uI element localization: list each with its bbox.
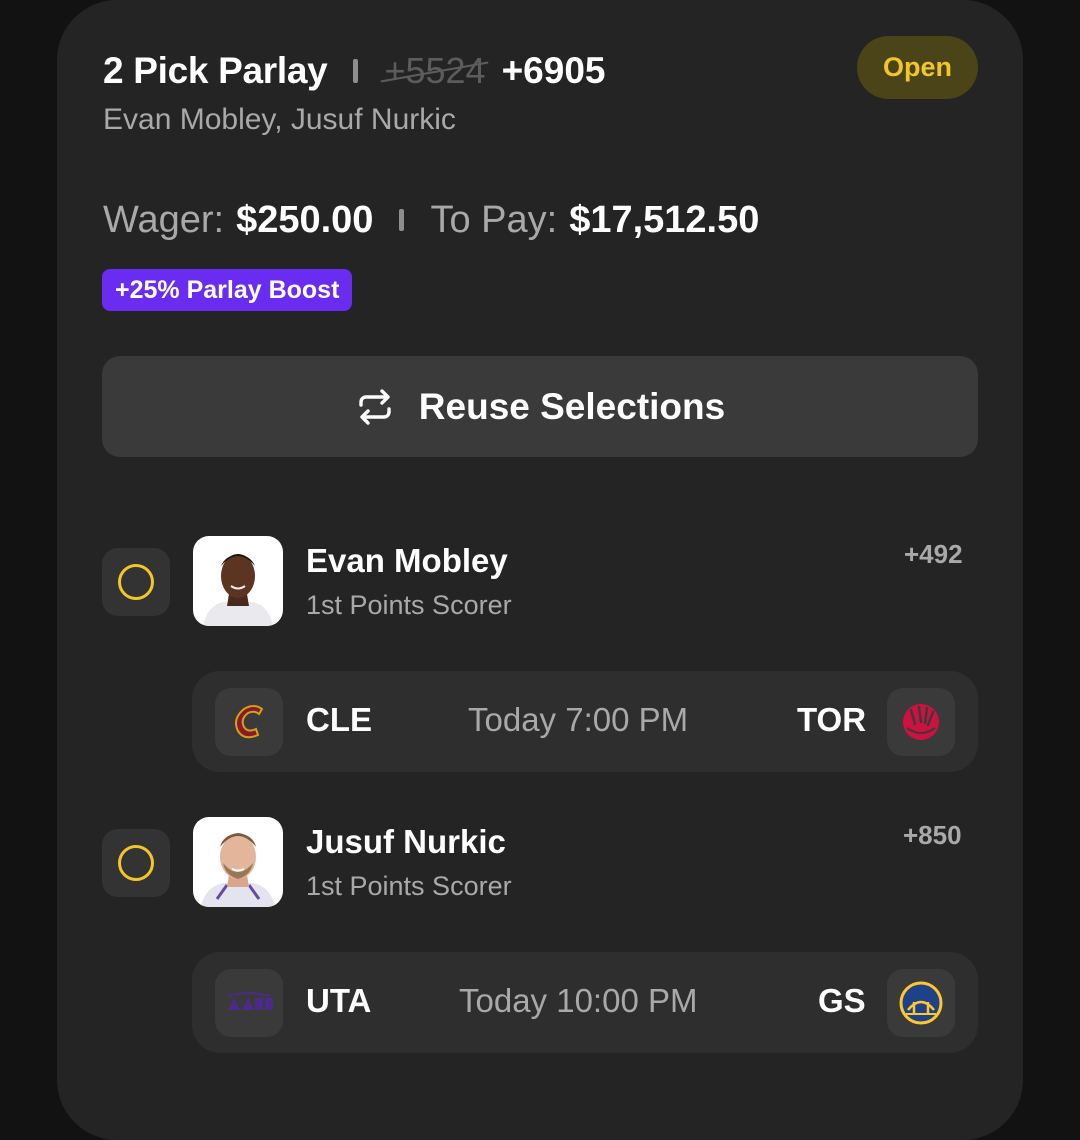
jazz-logo-icon: [215, 969, 283, 1037]
pending-ring-icon: [118, 564, 154, 600]
leg-odds: +850: [903, 820, 962, 850]
header-divider: [353, 59, 359, 83]
leg-status-radio[interactable]: [102, 829, 170, 897]
game-info-row[interactable]: CLE Today 7:00 PM TOR: [192, 671, 978, 772]
away-team-code: UTA: [306, 982, 372, 1019]
player-market: 1st Points Scorer: [306, 590, 512, 620]
game-time: Today 10:00 PM: [459, 982, 698, 1019]
raptors-logo-icon: [887, 688, 955, 756]
bet-title: 2 Pick Parlay: [103, 50, 328, 91]
original-odds: +5524: [384, 50, 486, 91]
wager-value: $250.00: [236, 198, 374, 241]
cavaliers-logo-icon: [215, 688, 283, 756]
status-badge: Open: [857, 36, 978, 99]
bet-header: 2 Pick Parlay +5524 +6905: [103, 46, 605, 96]
parlay-boost-badge: +25% Parlay Boost: [102, 269, 353, 311]
payout-label: To Pay:: [430, 198, 558, 241]
wager-row: Wager: $250.00 To Pay: $17,512.50: [103, 195, 759, 245]
boosted-odds: +6905: [501, 50, 606, 91]
wager-label: Wager:: [103, 198, 225, 241]
player-avatar: [193, 536, 283, 626]
repeat-icon: [359, 388, 391, 425]
home-team-code: TOR: [797, 701, 867, 738]
reuse-selections-button[interactable]: Reuse Selections: [102, 356, 978, 457]
leg-status-radio[interactable]: [102, 548, 170, 616]
player-headshot-icon: [193, 536, 283, 626]
wager-divider: [399, 209, 405, 231]
player-avatar: [193, 817, 283, 907]
payout-value: $17,512.50: [569, 198, 760, 241]
away-team-code: CLE: [306, 701, 372, 738]
reuse-selections-label: Reuse Selections: [418, 385, 726, 427]
warriors-logo-icon: [887, 969, 955, 1037]
home-team-code: GS: [818, 982, 866, 1019]
player-market: 1st Points Scorer: [306, 871, 512, 901]
leg-odds: +492: [904, 539, 963, 569]
game-time: Today 7:00 PM: [468, 701, 689, 738]
player-name: Jusuf Nurkic: [306, 823, 506, 860]
pending-ring-icon: [118, 845, 154, 881]
player-name: Evan Mobley: [306, 542, 508, 579]
game-info-row[interactable]: UTA Today 10:00 PM GS: [192, 952, 978, 1053]
bet-players-summary: Evan Mobley, Jusuf Nurkic: [103, 103, 456, 136]
player-headshot-icon: [193, 817, 283, 907]
